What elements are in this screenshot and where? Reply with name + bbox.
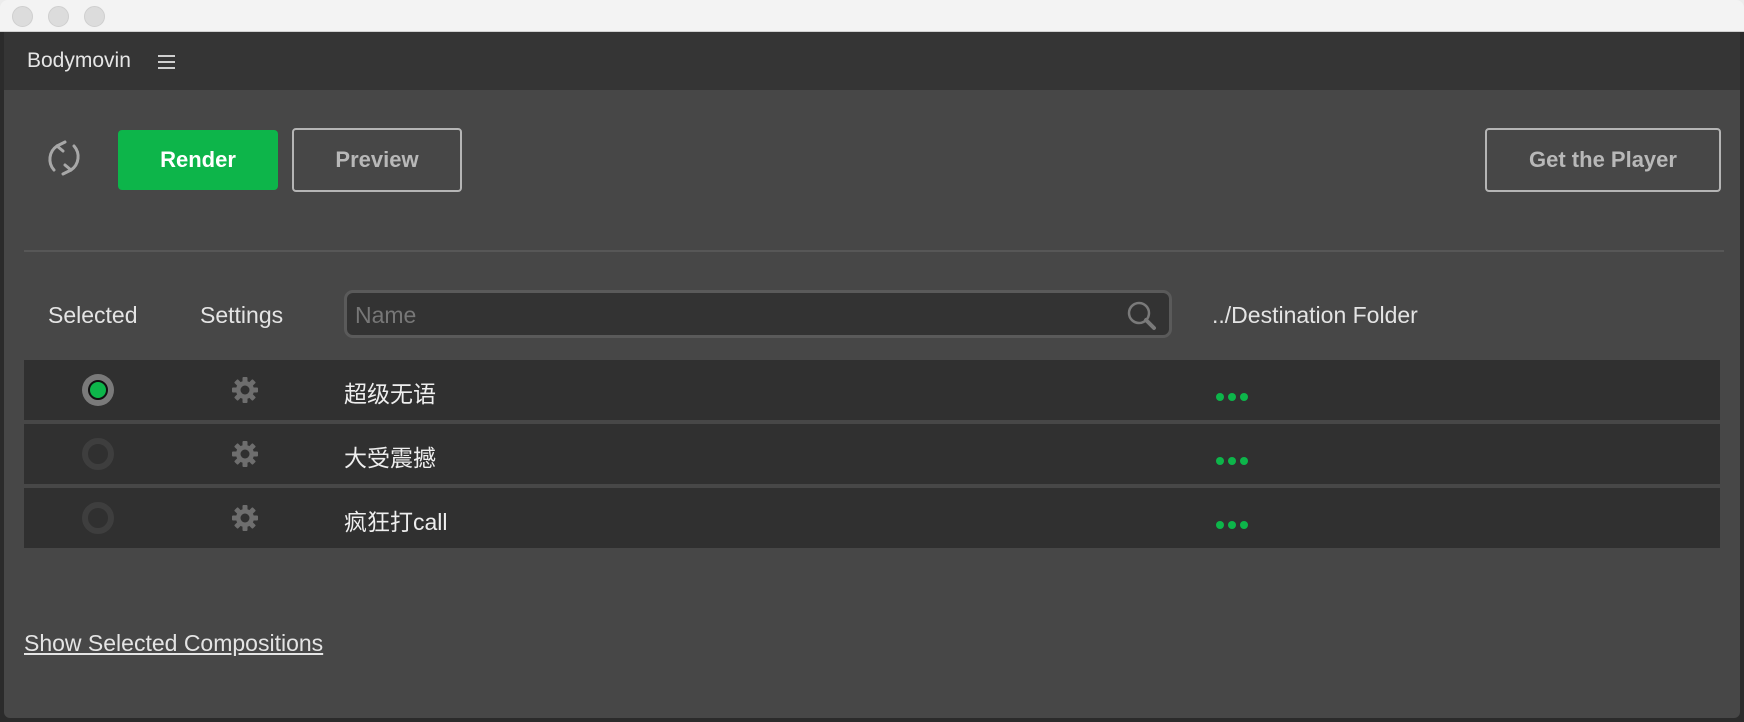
hamburger-icon[interactable]: [158, 55, 175, 69]
divider: [24, 250, 1724, 252]
column-header-selected: Selected: [48, 302, 138, 328]
composition-name: 超级无语: [344, 381, 436, 407]
gear-icon[interactable]: [231, 440, 259, 468]
search-icon[interactable]: [1125, 299, 1159, 333]
search-input[interactable]: [353, 293, 1117, 337]
search-field[interactable]: [344, 290, 1172, 338]
panel-header: Bodymovin: [4, 32, 1740, 90]
close-window-button[interactable]: [12, 6, 33, 27]
composition-row: 疯狂打call: [24, 488, 1720, 548]
main-panel: Render Preview Get the Player Selected S…: [4, 90, 1740, 718]
gear-icon[interactable]: [231, 504, 259, 532]
column-header-destination: ../Destination Folder: [1212, 302, 1418, 328]
panel-title: Bodymovin: [27, 49, 131, 72]
gear-icon[interactable]: [231, 376, 259, 404]
composition-name: 疯狂打call: [344, 509, 448, 535]
select-radio[interactable]: [82, 374, 114, 406]
render-button[interactable]: Render: [118, 130, 278, 190]
select-radio[interactable]: [82, 502, 114, 534]
destination-more-icon[interactable]: [1216, 457, 1248, 465]
zoom-window-button[interactable]: [84, 6, 105, 27]
column-header-settings: Settings: [200, 302, 284, 328]
destination-more-icon[interactable]: [1216, 393, 1248, 401]
app-window: Bodymovin Render Preview Get the Player …: [0, 32, 1744, 722]
composition-name: 大受震撼: [344, 445, 436, 471]
select-radio[interactable]: [82, 438, 114, 470]
destination-more-icon[interactable]: [1216, 521, 1248, 529]
composition-row: 超级无语: [24, 360, 1720, 420]
get-the-player-button[interactable]: Get the Player: [1485, 128, 1721, 192]
preview-button[interactable]: Preview: [292, 128, 462, 192]
window-title-bar: [0, 0, 1744, 32]
show-selected-compositions-link[interactable]: Show Selected Compositions: [24, 630, 323, 657]
refresh-icon[interactable]: [44, 136, 84, 180]
composition-row: 大受震撼: [24, 424, 1720, 484]
minimize-window-button[interactable]: [48, 6, 69, 27]
composition-list: 超级无语 大受震撼 疯狂打call: [24, 360, 1720, 552]
